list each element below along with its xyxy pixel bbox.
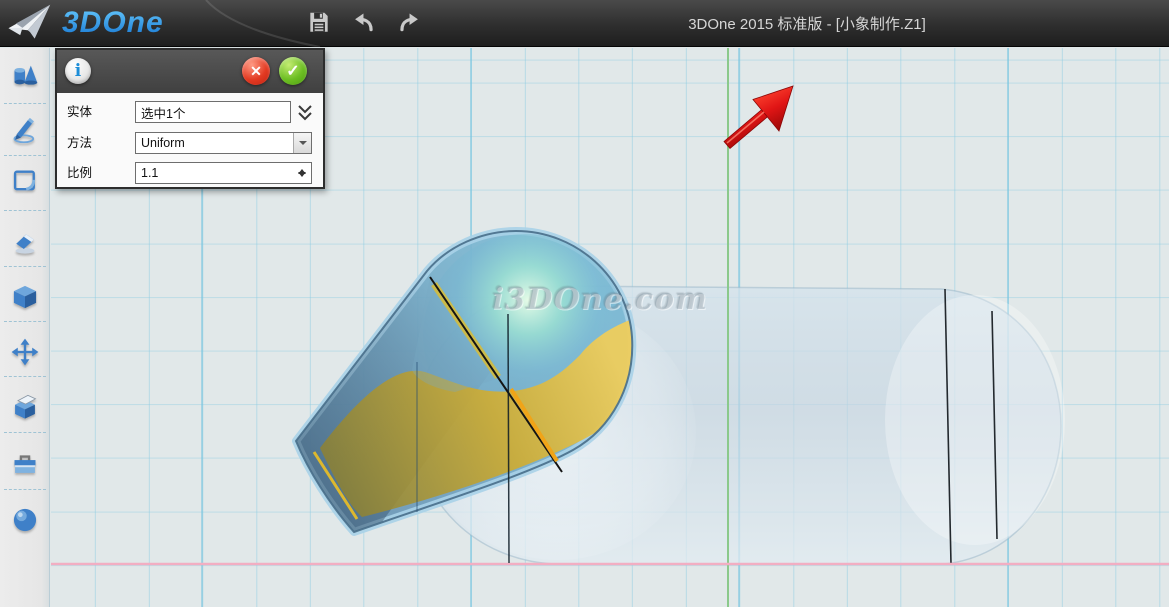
cancel-button[interactable]: ✕ (242, 57, 270, 85)
sidebar-divider (4, 266, 46, 267)
spinner-down-icon[interactable] (298, 172, 306, 181)
dialog-body: 实体 方法 Uniform 比例 (57, 93, 323, 187)
redo-button[interactable] (394, 5, 424, 39)
direction-arrow (724, 86, 793, 149)
spinner-arrows[interactable] (296, 164, 308, 182)
ratio-input[interactable] (135, 162, 312, 184)
confirm-check-icon: ✓ (286, 61, 299, 81)
silhouette-line (508, 314, 509, 563)
ratio-spinner (135, 162, 312, 184)
scale-dialog: i ✕ ✓ 实体 方法 Uni (55, 48, 325, 189)
sidebar-divider (4, 155, 46, 156)
sidebar-divider (4, 376, 46, 377)
method-field-label: 方法 (67, 132, 92, 154)
quick-access-toolbar (304, 5, 424, 39)
paper-plane-icon (4, 1, 56, 46)
primitive-solids-icon (11, 61, 39, 89)
save-button[interactable] (304, 5, 334, 39)
eraser-icon (11, 228, 39, 256)
cancel-x-icon: ✕ (250, 63, 262, 80)
sphere-icon (11, 506, 39, 534)
pencil-sketch-icon (11, 116, 39, 144)
sidebar-item-material-sphere[interactable] (11, 506, 39, 534)
dropdown-arrow-icon[interactable] (293, 133, 311, 153)
sidebar-item-sketch-shapes[interactable] (11, 167, 39, 195)
sidebar-item-solid-cube[interactable] (11, 283, 39, 311)
redo-icon (396, 9, 422, 35)
brand-name: 3DOne (62, 6, 164, 40)
sidebar-item-eraser[interactable] (11, 228, 39, 256)
sidebar-item-toolbox[interactable] (11, 449, 39, 477)
sidebar-divider (4, 103, 46, 104)
undo-button[interactable] (349, 5, 379, 39)
title-bar: 3DOne (0, 0, 1169, 47)
app-window: 3DOne (0, 0, 1169, 607)
sidebar-divider (4, 489, 46, 490)
confirm-button[interactable]: ✓ (279, 57, 307, 85)
save-icon (306, 9, 332, 35)
app-logo: 3DOne (6, 3, 164, 43)
sidebar-item-primitive-solids[interactable] (11, 61, 39, 89)
method-dropdown[interactable]: Uniform (135, 132, 312, 154)
sidebar-item-freehand-sketch[interactable] (11, 116, 39, 144)
info-glyph: i (75, 61, 81, 81)
sidebar-item-combine[interactable] (11, 393, 39, 421)
dialog-header: i ✕ ✓ (57, 50, 323, 93)
sidebar-divider (4, 432, 46, 433)
rectangle-sketch-icon (11, 167, 39, 195)
sidebar-divider (4, 321, 46, 322)
chevron-double-down-icon[interactable] (297, 103, 313, 121)
3d-viewport[interactable]: i3DOne.com i ✕ ✓ 实体 (51, 48, 1169, 607)
window-title: 3DOne 2015 标准版 - [小象制作.Z1] (646, 13, 968, 34)
sidebar-item-move[interactable] (11, 338, 39, 366)
cube-icon (11, 283, 39, 311)
info-icon[interactable]: i (65, 58, 91, 84)
entity-input[interactable] (135, 101, 291, 123)
tool-sidebar (0, 48, 50, 607)
move-arrows-icon (11, 338, 39, 366)
entity-field-label: 实体 (67, 101, 92, 123)
undo-icon (351, 9, 377, 35)
toolbox-icon (11, 449, 39, 477)
sidebar-divider (4, 210, 46, 211)
ratio-field-label: 比例 (67, 162, 92, 184)
method-dropdown-value: Uniform (136, 133, 311, 153)
cube-sheet-icon (11, 393, 39, 421)
